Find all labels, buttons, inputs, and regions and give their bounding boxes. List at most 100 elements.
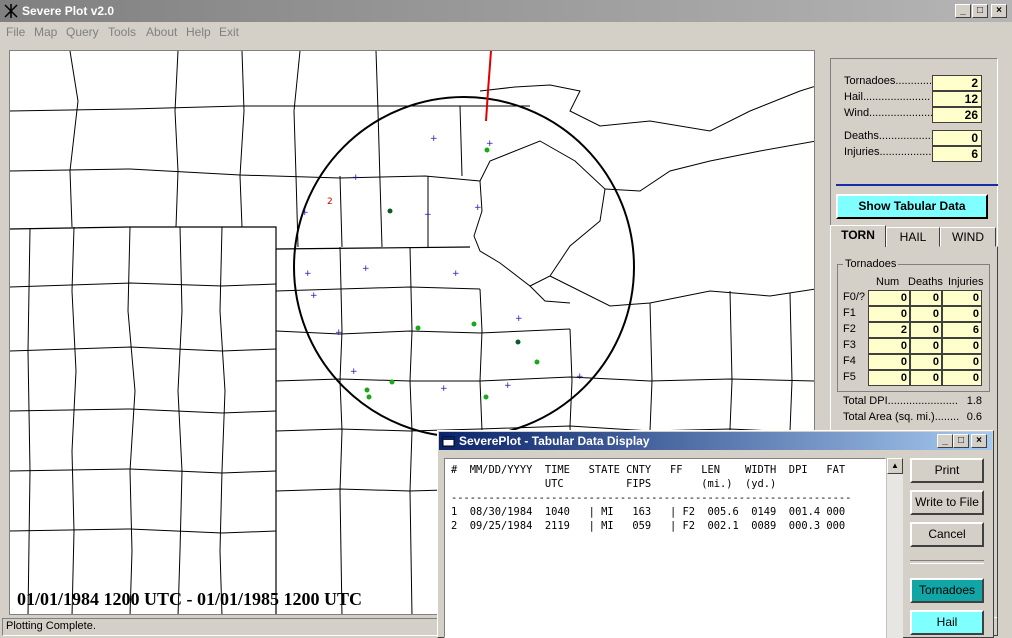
ff-num-cell: 0 (868, 306, 910, 322)
dialog-title-bar: SeverePlot - Tabular Data Display _ □ × (439, 432, 992, 450)
ff-injuries-cell: 0 (942, 290, 982, 306)
total-dpi-label: Total DPI....................... (843, 395, 958, 407)
ff-num-cell: 0 (868, 370, 910, 386)
tornadoes-count: 2 (932, 75, 982, 91)
show-tabular-data-button[interactable]: Show Tabular Data (836, 194, 988, 219)
ff-injuries-cell: 0 (942, 338, 982, 354)
svg-text:+: + (474, 203, 482, 213)
svg-text:+: + (430, 134, 438, 144)
ff-row-label: F2 (843, 323, 856, 335)
ff-deaths-cell: 0 (910, 338, 942, 354)
col-injuries: Injuries (948, 276, 984, 288)
hail-button[interactable]: Hail (910, 610, 984, 635)
total-dpi-value: 1.8 (966, 395, 982, 407)
ff-injuries-cell: 6 (942, 322, 982, 338)
dialog-minimize-button[interactable]: _ (937, 434, 953, 448)
dialog-close-button[interactable]: × (971, 434, 987, 448)
ff-deaths-cell: 0 (910, 290, 942, 306)
injuries-label: Injuries................... (844, 146, 938, 158)
menu-tools[interactable]: Tools (108, 25, 136, 39)
marker-label: 2 (327, 197, 333, 207)
svg-text:+: + (352, 173, 360, 183)
deaths-count: 0 (932, 130, 982, 146)
text-line: 1 08/30/1984 1040 | MI 163 | F2 005.6 01… (451, 506, 846, 518)
svg-text:+: + (335, 328, 343, 338)
dialog-maximize-button[interactable]: □ (953, 434, 969, 448)
tornadoes-button[interactable]: Tornadoes (910, 578, 984, 603)
svg-text:+: + (424, 210, 432, 220)
ff-row-label: F3 (843, 339, 856, 351)
ff-deaths-cell: 0 (910, 370, 942, 386)
ff-row-label: F0/? (843, 291, 866, 303)
tornadoes-group-title: Tornadoes (843, 258, 899, 270)
menu-exit[interactable]: Exit (219, 25, 239, 39)
cancel-button[interactable]: Cancel (910, 522, 984, 547)
divider-line (836, 184, 998, 186)
app-icon (4, 4, 18, 18)
col-deaths: Deaths (908, 276, 943, 288)
ff-num-cell: 0 (868, 338, 910, 354)
svg-text:+: + (486, 139, 494, 149)
ff-deaths-cell: 0 (910, 306, 942, 322)
hail-label: Hail...................... (844, 91, 931, 103)
tab-torn[interactable]: TORN (830, 225, 886, 247)
svg-text:+: + (452, 269, 460, 279)
maximize-button[interactable]: □ (972, 4, 988, 18)
dialog-title: SeverePlot - Tabular Data Display (459, 434, 650, 448)
ff-deaths-cell: 0 (910, 354, 942, 370)
svg-text:+: + (310, 291, 318, 301)
dialog-app-icon (442, 436, 455, 447)
injuries-count: 6 (932, 146, 982, 162)
menu-file[interactable]: File (6, 25, 25, 39)
ff-row-label: F1 (843, 307, 856, 319)
ff-injuries-cell: 0 (942, 354, 982, 370)
ff-row-label: F5 (843, 371, 856, 383)
svg-text:+: + (576, 372, 584, 382)
status-bar: Plotting Complete. (2, 618, 438, 636)
print-button[interactable]: Print (910, 458, 984, 483)
ff-num-cell: 0 (868, 354, 910, 370)
ff-injuries-cell: 0 (942, 306, 982, 322)
deaths-label: Deaths................... (844, 130, 937, 142)
svg-text:+: + (504, 381, 512, 391)
wind-markers: + + + + + + + + + + + + + + + + (301, 134, 584, 394)
svg-text:+: + (440, 384, 448, 394)
wind-count: 26 (932, 107, 982, 123)
text-line: 2 09/25/1984 2119 | MI 059 | F2 002.1 00… (451, 520, 846, 532)
title-bar: Severe Plot v2.0 _ □ × (0, 0, 1012, 22)
hail-count: 12 (932, 91, 982, 107)
scroll-up-icon[interactable]: ▲ (887, 458, 903, 474)
tab-wind[interactable]: WIND (940, 227, 996, 247)
vertical-scrollbar[interactable]: ▲ (886, 458, 903, 638)
wind-label: Wind..................... (844, 107, 934, 119)
menu-help[interactable]: Help (186, 25, 211, 39)
menu-query[interactable]: Query (66, 25, 99, 39)
tornado-track (485, 51, 492, 122)
window-title: Severe Plot v2.0 (22, 4, 115, 18)
minimize-button[interactable]: _ (955, 4, 971, 18)
svg-text:+: + (304, 269, 312, 279)
tornadoes-label: Tornadoes.............. (844, 75, 939, 87)
svg-text:+: + (350, 367, 358, 377)
svg-text:+: + (515, 314, 523, 324)
text-line: # MM/DD/YYYY TIME STATE CNTY FF LEN WIDT… (451, 464, 846, 476)
text-line: ----------------------------------------… (451, 492, 852, 504)
radius-circle (293, 96, 635, 438)
tab-hail[interactable]: HAIL (886, 227, 940, 247)
close-button[interactable]: × (991, 4, 1007, 18)
ff-num-cell: 2 (868, 322, 910, 338)
ff-deaths-cell: 0 (910, 322, 942, 338)
tabular-data-text[interactable]: # MM/DD/YYYY TIME STATE CNTY FF LEN WIDT… (444, 458, 886, 638)
svg-text:+: + (362, 264, 370, 274)
ff-row-label: F4 (843, 355, 856, 367)
button-separator (910, 560, 984, 564)
ff-injuries-cell: 0 (942, 370, 982, 386)
write-to-file-button[interactable]: Write to File (910, 490, 984, 515)
ff-num-cell: 0 (868, 290, 910, 306)
date-range-label: 01/01/1984 1200 UTC - 01/01/1985 1200 UT… (17, 589, 363, 609)
menu-about[interactable]: About (146, 25, 177, 39)
total-area-value: 0.6 (966, 411, 982, 423)
menu-bar: File Map Query Tools About Help Exit (0, 22, 1012, 42)
menu-map[interactable]: Map (34, 25, 57, 39)
text-line: UTC FIPS (mi.) (yd.) (451, 478, 777, 490)
